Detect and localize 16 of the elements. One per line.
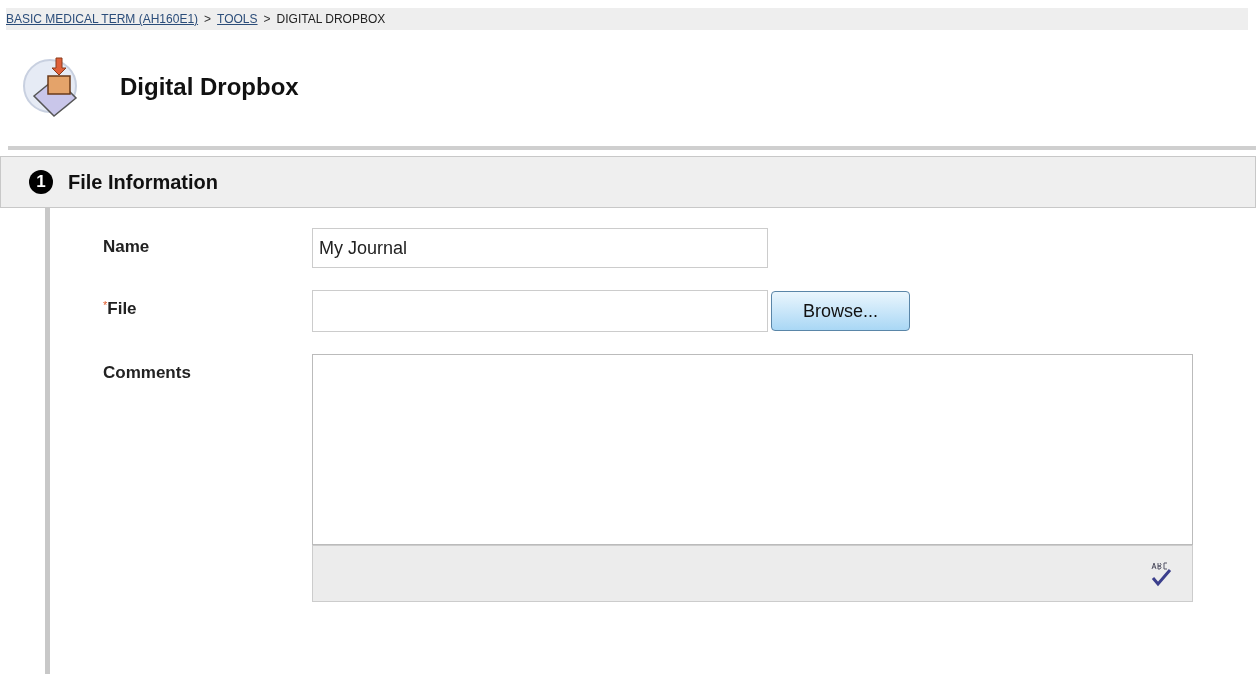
breadcrumb-separator: > xyxy=(204,11,212,28)
comments-textarea[interactable] xyxy=(312,354,1193,545)
spellcheck-icon[interactable] xyxy=(1150,560,1172,587)
browse-button[interactable]: Browse... xyxy=(771,291,910,331)
breadcrumb-current: DIGITAL DROPBOX xyxy=(276,11,386,28)
field-label: $^{*}$File xyxy=(103,299,137,318)
breadcrumb-separator: > xyxy=(263,11,271,28)
name-input[interactable]: My Journal xyxy=(312,228,768,268)
file-input[interactable] xyxy=(312,290,768,332)
field-label: Comments xyxy=(103,363,191,382)
breadcrumb-link[interactable]: BASIC MEDICAL TERM (AH160E1) xyxy=(6,10,199,28)
breadcrumb-link[interactable]: TOOLS xyxy=(217,10,258,28)
page-title: Digital Dropbox xyxy=(120,72,299,102)
section-title: File Information xyxy=(68,170,218,195)
step-number: 1 xyxy=(29,170,53,194)
field-label: Name xyxy=(103,237,150,256)
